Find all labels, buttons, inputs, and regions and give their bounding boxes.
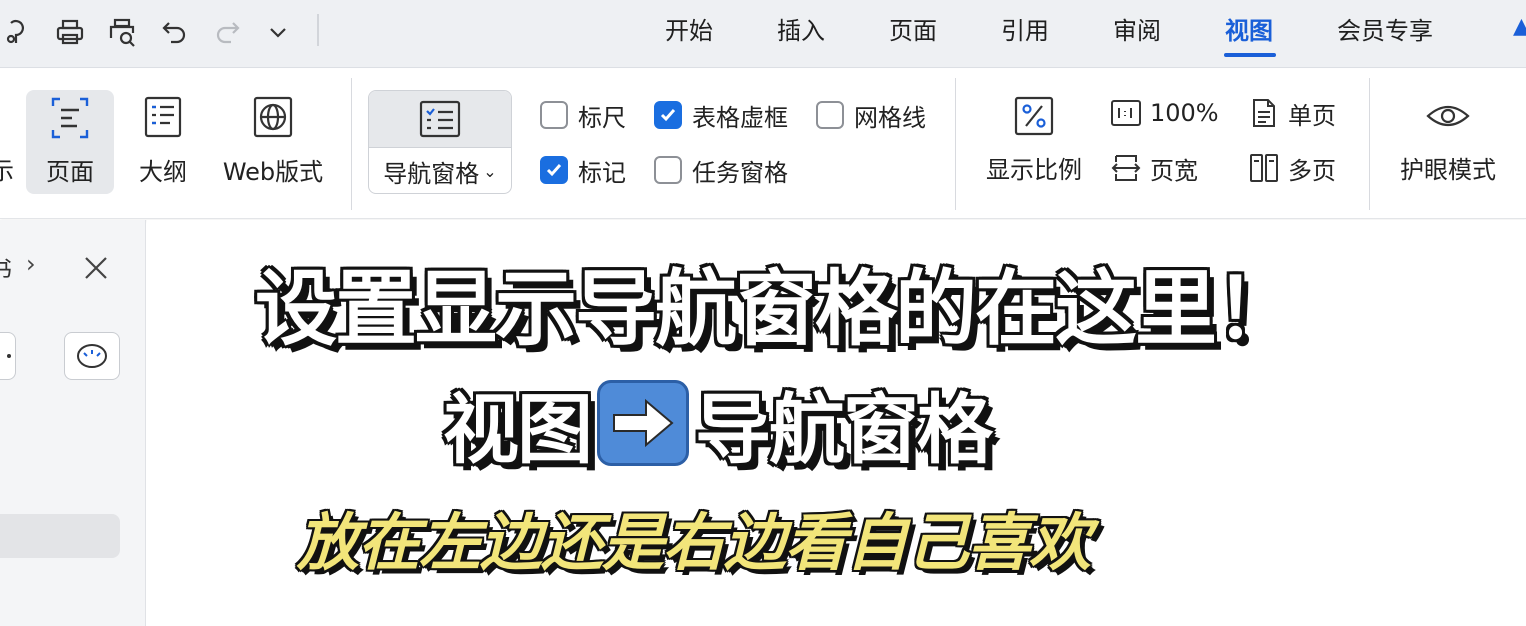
page-width-button[interactable]: 页宽 <box>1110 151 1198 185</box>
single-page-button[interactable]: 单页 <box>1248 96 1336 130</box>
marks-label: 标记 <box>578 158 626 187</box>
overflow-icon[interactable]: ▲ <box>1513 14 1526 39</box>
page-view-label: 页面 <box>46 158 94 186</box>
tab-start[interactable]: 开始 <box>665 14 713 48</box>
right-arrow-icon <box>597 380 689 466</box>
navigation-pane-icon[interactable] <box>369 91 511 148</box>
percent-icon <box>1014 96 1054 140</box>
eye-protection-button[interactable]: 护眼模式 <box>1394 96 1502 185</box>
print-preview-icon[interactable] <box>104 12 142 52</box>
eye-icon <box>1426 96 1470 140</box>
document-canvas[interactable]: 设置显示导航窗格的在这里！ 视图 导航窗格 放在左边还是右边看自己喜欢 <box>147 220 1526 626</box>
globe-icon <box>253 96 293 142</box>
chevron-down-icon[interactable] <box>262 12 294 52</box>
redo-icon[interactable] <box>210 12 244 52</box>
ruler-label: 标尺 <box>578 103 626 132</box>
divider <box>1369 78 1370 210</box>
task-pane-label: 任务窗格 <box>692 158 788 187</box>
divider <box>351 78 352 210</box>
tab-reference[interactable]: 引用 <box>1001 14 1049 48</box>
actual-size-icon <box>1111 100 1141 126</box>
tab-member[interactable]: 会员专享 <box>1337 14 1433 48</box>
tab-insert[interactable]: 插入 <box>777 14 825 48</box>
page-view-button[interactable]: 页面 <box>26 90 114 194</box>
panel-selected-item[interactable] <box>0 514 120 558</box>
navigation-pane-button[interactable]: 导航窗格 ⌄ <box>368 90 512 194</box>
caption-nav-text: 导航窗格 <box>695 385 993 474</box>
cut-off-label[interactable]: 示 <box>0 151 14 186</box>
tab-view[interactable]: 视图 <box>1225 14 1273 48</box>
caption-line-2: 视图 导航窗格 <box>443 368 993 478</box>
web-view-button[interactable]: Web版式 <box>214 96 332 187</box>
undo-icon[interactable] <box>158 12 192 52</box>
chevron-right-icon[interactable]: › <box>26 250 36 278</box>
checkbox-unchecked-icon[interactable] <box>816 101 844 129</box>
web-view-label: Web版式 <box>222 158 324 186</box>
ribbon: 示 页面 大纲 Web版式 导航窗格 ⌄ 标尺 表格虚框 网格线 标记 任务窗格… <box>0 69 1526 219</box>
zoom-100-label: 100% <box>1150 99 1219 127</box>
gridlines-label: 网格线 <box>854 103 926 132</box>
table-grid-label: 表格虚框 <box>692 103 788 132</box>
checkbox-checked-icon[interactable] <box>540 156 568 184</box>
single-page-icon <box>1253 99 1275 127</box>
navigation-side-panel: 书 › <box>0 220 146 626</box>
active-tab-indicator <box>1224 53 1276 57</box>
caption-view-text: 视图 <box>443 385 593 474</box>
caption-line-3: 放在左边还是右边看自己喜欢 <box>297 506 1091 579</box>
single-page-label: 单页 <box>1288 101 1336 130</box>
panel-title: 书 <box>0 250 12 285</box>
page-width-label: 页宽 <box>1150 156 1198 185</box>
format-painter-icon[interactable] <box>2 12 38 52</box>
close-icon[interactable] <box>82 254 110 282</box>
navigation-pane-dropdown[interactable]: 导航窗格 ⌄ <box>369 148 511 193</box>
caption-line-1: 设置显示导航窗格的在这里！ <box>255 262 1297 357</box>
outline-icon <box>144 96 182 142</box>
multi-page-button[interactable]: 多页 <box>1248 151 1336 185</box>
multi-page-icon <box>1250 154 1278 182</box>
checkbox-unchecked-icon[interactable] <box>654 156 682 184</box>
checkbox-checked-icon[interactable] <box>654 101 682 129</box>
task-pane-checkbox[interactable]: 任务窗格 <box>654 153 788 187</box>
outline-view-label: 大纲 <box>139 158 187 186</box>
eye-protection-label: 护眼模式 <box>1400 156 1496 184</box>
multi-page-label: 多页 <box>1288 156 1336 185</box>
divider <box>317 14 319 46</box>
zoom-button[interactable]: 显示比例 <box>982 96 1086 185</box>
ruler-checkbox[interactable]: 标尺 <box>540 98 626 132</box>
top-bar: 开始 插入 页面 引用 审阅 视图 会员专享 ▲ <box>0 0 1526 68</box>
outline-view-button[interactable]: 大纲 <box>128 96 198 187</box>
checkbox-unchecked-icon[interactable] <box>540 101 568 129</box>
gauge-icon <box>77 344 107 368</box>
print-icon[interactable] <box>52 12 88 52</box>
page-view-icon <box>50 96 90 144</box>
zoom-label: 显示比例 <box>986 156 1082 184</box>
page-width-icon <box>1111 155 1141 181</box>
dot-icon <box>7 354 11 358</box>
navigation-pane-label: 导航窗格 <box>383 159 480 188</box>
table-grid-checkbox[interactable]: 表格虚框 <box>654 98 788 132</box>
tab-page[interactable]: 页面 <box>889 14 937 48</box>
panel-settings-button[interactable] <box>64 332 120 380</box>
tab-review[interactable]: 审阅 <box>1113 14 1161 48</box>
divider <box>955 78 956 210</box>
zoom-100-button[interactable]: 100% <box>1110 96 1219 130</box>
gridlines-checkbox[interactable]: 网格线 <box>816 98 926 132</box>
marks-checkbox[interactable]: 标记 <box>540 153 626 187</box>
chevron-down-icon: ⌄ <box>483 161 497 181</box>
